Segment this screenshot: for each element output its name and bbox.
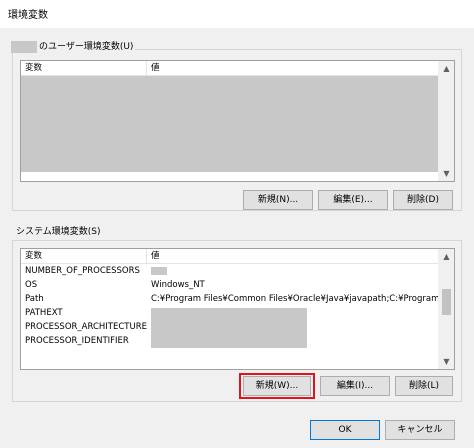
variable-value: C:¥Program Files¥Common Files¥Oracle¥Jav… xyxy=(151,294,439,304)
title-bar: 環境変数 xyxy=(0,0,474,28)
system-list-scrollbar[interactable]: ▲ ▼ xyxy=(438,249,454,369)
scroll-thumb[interactable] xyxy=(442,289,451,315)
system-delete-button[interactable]: 削除(L) xyxy=(395,376,453,396)
scroll-up-icon[interactable]: ▲ xyxy=(439,249,454,264)
variable-name: Path xyxy=(25,294,44,304)
system-variables-rows: NUMBER_OF_PROCESSORS OS Windows_NT Path … xyxy=(21,264,439,369)
column-header-variable[interactable]: 変数 xyxy=(21,61,147,75)
window-title: 環境変数 xyxy=(8,10,48,21)
user-list-header: 変数 値 xyxy=(21,61,439,76)
column-header-variable[interactable]: 変数 xyxy=(21,249,147,263)
user-edit-button[interactable]: 編集(E)... xyxy=(318,190,388,210)
scroll-down-icon[interactable]: ▼ xyxy=(439,166,454,181)
system-new-button[interactable]: 新規(W)... xyxy=(243,376,311,396)
redacted-user-rows xyxy=(21,76,439,172)
variable-name: PATHEXT xyxy=(25,308,63,318)
user-list-scrollbar[interactable]: ▲ ▼ xyxy=(438,61,454,181)
variable-name: PROCESSOR_ARCHITECTURE xyxy=(25,322,147,332)
table-row[interactable]: NUMBER_OF_PROCESSORS xyxy=(21,264,439,278)
system-variables-list[interactable]: 変数 値 NUMBER_OF_PROCESSORS OS Windows_NT … xyxy=(20,248,455,370)
variable-name: PROCESSOR_IDENTIFIER xyxy=(25,336,129,346)
redacted-value xyxy=(151,267,167,275)
variable-value: Windows_NT xyxy=(151,280,205,290)
table-row[interactable]: OS Windows_NT xyxy=(21,278,439,292)
scroll-up-icon[interactable]: ▲ xyxy=(439,61,454,76)
column-header-value[interactable]: 値 xyxy=(147,249,439,263)
system-variables-label: システム環境変数(S) xyxy=(14,226,103,238)
user-variables-list[interactable]: 変数 値 ▲ ▼ xyxy=(20,60,455,182)
redacted-username xyxy=(11,41,37,53)
redacted-values-block xyxy=(151,308,307,348)
system-list-header: 変数 値 xyxy=(21,249,439,264)
variable-name: NUMBER_OF_PROCESSORS xyxy=(25,266,140,276)
scroll-down-icon[interactable]: ▼ xyxy=(439,354,454,369)
variable-name: OS xyxy=(25,280,38,290)
system-edit-button[interactable]: 編集(I)... xyxy=(320,376,390,396)
cancel-button[interactable]: キャンセル xyxy=(385,420,455,440)
dialog-body: のユーザー環境変数(U) 変数 値 ▲ ▼ 新規(N)... 編集(E)... … xyxy=(0,28,474,448)
user-variables-label: のユーザー環境変数(U) xyxy=(9,41,136,53)
table-row[interactable]: Path C:¥Program Files¥Common Files¥Oracl… xyxy=(21,292,439,306)
user-new-button[interactable]: 新規(N)... xyxy=(243,190,313,210)
column-header-value[interactable]: 値 xyxy=(147,61,439,75)
ok-button[interactable]: OK xyxy=(310,420,380,440)
user-delete-button[interactable]: 削除(D) xyxy=(393,190,453,210)
